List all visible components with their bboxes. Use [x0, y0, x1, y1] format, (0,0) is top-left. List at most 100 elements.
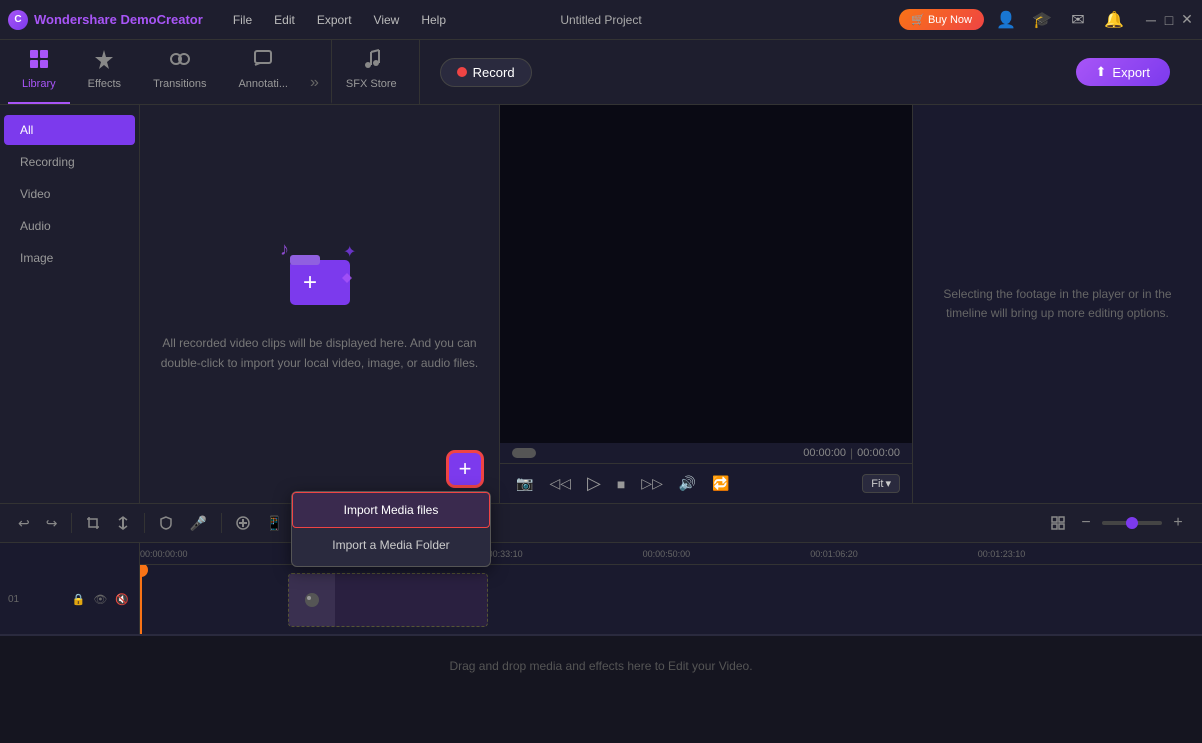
crop-button[interactable] [80, 512, 106, 534]
effects-icon [93, 48, 115, 74]
drag-drop-area: Drag and drop media and effects here to … [0, 635, 1202, 695]
window-controls: ─ □ ✕ [1144, 13, 1194, 27]
close-button[interactable]: ✕ [1180, 13, 1194, 27]
learn-icon[interactable]: 🎓 [1028, 6, 1056, 34]
minimize-button[interactable]: ─ [1144, 13, 1158, 27]
add-track-button[interactable] [230, 512, 256, 534]
mute-track-button[interactable]: 🔇 [113, 591, 131, 608]
menu-help[interactable]: Help [411, 9, 456, 31]
tab-transitions[interactable]: Transitions [139, 40, 220, 104]
tab-sfx-label: SFX Store [346, 78, 397, 90]
play-button[interactable]: ▷ [583, 471, 605, 496]
export-button[interactable]: ⬆ Export [1076, 58, 1170, 86]
playhead-handle [140, 565, 148, 577]
redo-button[interactable]: ↪ [40, 511, 64, 536]
zoom-slider[interactable] [1102, 521, 1162, 525]
next-frame-button[interactable]: ▷▷ [637, 473, 667, 494]
buy-now-button[interactable]: 🛒 Buy Now [899, 9, 984, 30]
tab-transitions-label: Transitions [153, 78, 206, 90]
ruler-mark-5: 00:01:23:10 [978, 549, 1026, 559]
drag-drop-text: Drag and drop media and effects here to … [449, 659, 752, 673]
prev-frame-button[interactable]: ◁◁ [545, 473, 575, 494]
track-content-1[interactable] [140, 565, 1202, 634]
edit-toolbar: ↩ ↪ 🎤 📱 ↕ 📤 − + [0, 503, 1202, 543]
timeline-ruler: 00:00:00:00 00:00:16:20 00:00:33:10 00:0… [0, 543, 1202, 565]
timeline-area: 00:00:00:00 00:00:16:20 00:00:33:10 00:0… [0, 543, 1202, 743]
import-dropdown: Import Media files Import a Media Folder [291, 491, 491, 567]
svg-text:✦: ✦ [343, 244, 356, 261]
volume-button[interactable]: 🔊 [675, 473, 700, 494]
media-content-area: ♪ ✦ + All recorded video clips will be d… [140, 105, 499, 503]
menu-view[interactable]: View [364, 9, 410, 31]
video-preview [500, 105, 912, 443]
fit-zoom-button[interactable] [1046, 511, 1070, 535]
screenshot-button[interactable]: 📷 [512, 473, 537, 494]
total-time: 00:00:00 [857, 447, 900, 459]
mail-icon[interactable]: ✉ [1064, 6, 1092, 34]
playhead-thumb[interactable] [512, 448, 536, 458]
zoom-in-button[interactable]: + [1166, 511, 1190, 535]
svg-text:+: + [302, 269, 316, 296]
record-label: Record [473, 65, 515, 80]
tab-sfx[interactable]: SFX Store [331, 40, 411, 104]
media-empty-text: All recorded video clips will be display… [160, 334, 479, 372]
audio-button[interactable]: 🎤 [183, 511, 212, 536]
menu-file[interactable]: File [223, 9, 262, 31]
category-audio[interactable]: Audio [4, 211, 135, 241]
lock-track-button[interactable]: 🔒 [70, 591, 88, 608]
menu-export[interactable]: Export [307, 9, 362, 31]
tab-effects[interactable]: Effects [74, 40, 135, 104]
stop-button[interactable]: ■ [613, 474, 629, 494]
track-row-1: 01 🔒 👁 🔇 [0, 565, 1202, 635]
ruler-mark-4: 00:01:06:20 [810, 549, 858, 559]
track-icons: 🔒 👁 🔇 [70, 591, 131, 608]
import-folder-option[interactable]: Import a Media Folder [292, 528, 490, 562]
zoom-thumb [1126, 517, 1138, 529]
folder-icon: ♪ ✦ + [275, 235, 365, 318]
undo-button[interactable]: ↩ [12, 511, 36, 536]
maximize-button[interactable]: □ [1162, 13, 1176, 27]
category-image[interactable]: Image [4, 243, 135, 273]
export-label: Export [1112, 65, 1150, 80]
timeline-clip[interactable] [288, 573, 488, 627]
fit-chevron-icon: ▾ [885, 477, 891, 490]
zoom-out-button[interactable]: − [1074, 511, 1098, 535]
add-media-button[interactable]: + [447, 451, 483, 487]
phone-button[interactable]: 📱 [260, 511, 289, 536]
export-icon: ⬆ [1096, 64, 1107, 80]
tab-library[interactable]: Library [8, 40, 70, 104]
video-controls: 📷 ◁◁ ▷ ■ ▷▷ 🔊 🔁 Fit ▾ [500, 463, 912, 503]
record-button[interactable]: Record [440, 58, 532, 87]
split-button[interactable] [110, 512, 136, 534]
app-name: Wondershare DemoCreator [34, 12, 203, 27]
category-recording[interactable]: Recording [4, 147, 135, 177]
loop-button[interactable]: 🔁 [708, 473, 733, 494]
account-icon[interactable]: 👤 [992, 6, 1020, 34]
logo-icon: C [8, 10, 28, 30]
eye-track-button[interactable]: 👁 [91, 591, 109, 608]
more-tabs-button[interactable]: » [306, 66, 323, 104]
clip-thumbnail [289, 574, 335, 626]
tab-annotations[interactable]: Annotati... [224, 40, 302, 104]
menu-edit[interactable]: Edit [264, 9, 305, 31]
divider-1 [71, 513, 72, 533]
svg-text:♪: ♪ [280, 239, 289, 259]
info-text: Selecting the footage in the player or i… [933, 285, 1182, 323]
tool-tabs: Library Effects Transitions Annotati... … [0, 40, 419, 104]
support-icon[interactable]: 🔔 [1100, 6, 1128, 34]
track-number: 01 [8, 594, 19, 605]
import-files-option[interactable]: Import Media files [292, 492, 490, 528]
add-media-container: + Import Media files Import a Media Fold… [447, 451, 483, 487]
annotations-icon [252, 48, 274, 74]
playhead-track[interactable]: 00:00:00 | 00:00:00 [500, 443, 912, 463]
fit-button[interactable]: Fit ▾ [862, 474, 900, 493]
info-panel: Selecting the footage in the player or i… [912, 105, 1202, 503]
fit-control: Fit ▾ [862, 474, 900, 493]
category-all[interactable]: All [4, 115, 135, 145]
ruler-header [0, 543, 140, 565]
shield-button[interactable] [153, 512, 179, 534]
fit-label: Fit [871, 478, 883, 490]
zoom-controls: − + [1046, 511, 1190, 535]
category-video[interactable]: Video [4, 179, 135, 209]
title-bar: C Wondershare DemoCreator File Edit Expo… [0, 0, 1202, 40]
